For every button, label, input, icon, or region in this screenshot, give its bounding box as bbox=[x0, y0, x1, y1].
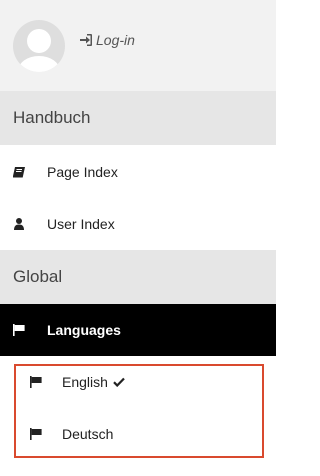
page-index-label: Page Index bbox=[47, 164, 118, 180]
user-icon bbox=[13, 218, 25, 230]
flag-icon bbox=[30, 375, 44, 388]
user-panel: Log-in bbox=[0, 0, 276, 91]
section-handbuch: Handbuch bbox=[0, 91, 276, 145]
sign-in-icon bbox=[80, 34, 92, 46]
languages-label: Languages bbox=[47, 322, 121, 338]
section-title: Global bbox=[13, 267, 63, 286]
nav-item-user-index[interactable]: User Index bbox=[0, 198, 276, 250]
login-link[interactable]: Log-in bbox=[80, 31, 135, 49]
deutsch-label: Deutsch bbox=[62, 425, 114, 442]
flag-icon bbox=[30, 427, 44, 440]
section-global: Global bbox=[0, 250, 276, 304]
language-item-english[interactable]: English bbox=[14, 358, 264, 405]
nav-item-page-index[interactable]: Page Index bbox=[0, 146, 276, 198]
flag-icon bbox=[13, 324, 25, 336]
language-item-deutsch[interactable]: Deutsch bbox=[14, 410, 264, 457]
checkmark-icon bbox=[113, 377, 125, 387]
user-index-label: User Index bbox=[47, 216, 115, 232]
nav-item-languages[interactable]: Languages bbox=[0, 304, 276, 356]
section-title: Handbuch bbox=[13, 108, 91, 127]
english-label: English bbox=[62, 373, 108, 390]
avatar bbox=[13, 20, 65, 72]
book-icon bbox=[13, 166, 25, 178]
login-label: Log-in bbox=[96, 32, 135, 48]
